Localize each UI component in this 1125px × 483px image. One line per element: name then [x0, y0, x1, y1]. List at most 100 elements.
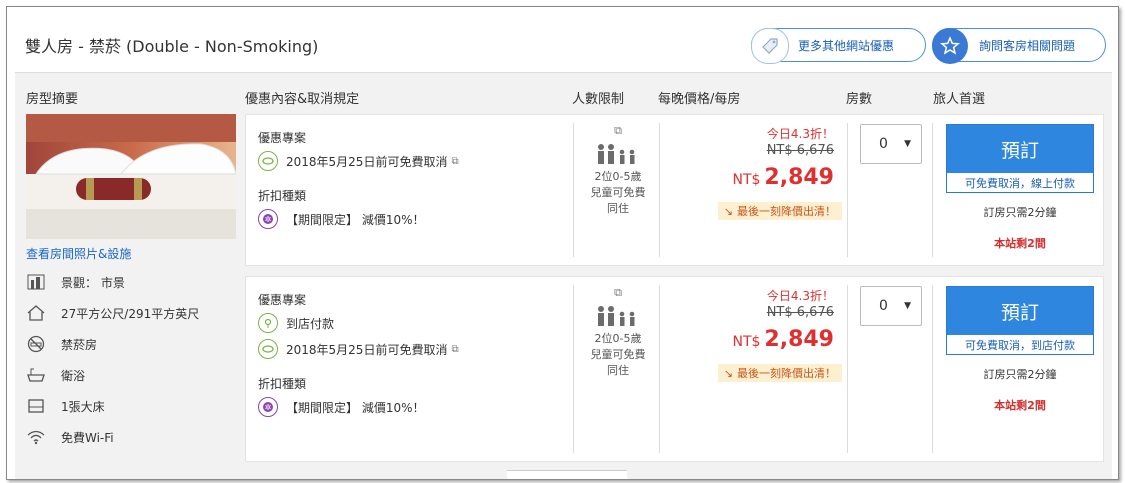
- room-card: 雙人房 - 禁菸 (Double - Non-Smoking) 更多其他網站優惠…: [15, 15, 1112, 479]
- tag-icon: [751, 28, 789, 64]
- discount-type-title: 折扣種類: [258, 377, 307, 391]
- feature-smoking: 禁菸房: [25, 334, 97, 354]
- free-cancel-policy: 2018年5月25日前可免費取消 ⧉: [258, 339, 459, 359]
- cancel-icon: [258, 339, 278, 359]
- feature-bath: 衛浴: [25, 365, 85, 385]
- cancel-icon: [258, 151, 278, 171]
- book-button[interactable]: 預訂 可免費取消，到店付款: [946, 286, 1094, 355]
- people-icon: [577, 143, 659, 165]
- feature-label: 禁菸房: [61, 337, 98, 352]
- occupancy: ⧉ 2位0-5歲 兒童可免費 同住: [577, 123, 659, 217]
- more-deals-button[interactable]: 更多其他網站優惠: [751, 28, 926, 64]
- col-deal: 優惠內容&取消規定: [245, 92, 360, 107]
- ask-question-button[interactable]: 詢問客房相關問題: [932, 28, 1106, 64]
- room-header: 雙人房 - 禁菸 (Double - Non-Smoking) 更多其他網站優惠…: [15, 15, 1112, 73]
- rooms-value: 0: [879, 298, 888, 314]
- occupancy-line: 同住: [607, 202, 629, 215]
- price-cell: 今日4.3折！ NT$ 6,676 NT$ 2,849 ↘ 最後一刻降價出清！: [666, 277, 848, 461]
- book-button[interactable]: 預訂 可免費取消，線上付款: [946, 124, 1094, 193]
- city-view-icon: [25, 273, 47, 291]
- feature-view: 景觀： 市景: [25, 272, 125, 292]
- current-price: NT$ 2,849: [732, 165, 834, 190]
- pay-at-hotel-policy: 到店付款: [258, 313, 334, 333]
- booking-time-note: 訂房只需2分鐘: [983, 206, 1057, 219]
- policy-label: 2018年5月25日前可免費取消: [286, 342, 448, 357]
- bath-icon: [25, 366, 47, 384]
- feature-wifi: 免費Wi-Fi: [25, 427, 114, 447]
- col-rooms: 房數: [846, 92, 873, 107]
- col-summary: 房型摘要: [26, 92, 79, 107]
- occupancy: ⧉ 2位0-5歲 兒童可免費 同住: [577, 285, 659, 379]
- feature-bed: 1張大床: [25, 396, 105, 416]
- current-price: NT$ 2,849: [732, 327, 834, 352]
- wifi-icon: [25, 428, 47, 446]
- divider: [659, 285, 660, 453]
- book-subtitle: 可免費取消，線上付款: [965, 176, 1075, 190]
- feature-label: 景觀： 市景: [61, 275, 125, 290]
- pay-at-hotel-icon: [258, 313, 278, 333]
- feature-size: 27平方公尺/291平方英尺: [25, 303, 199, 323]
- svg-text:✲: ✲: [265, 215, 272, 224]
- last-minute-badge: ↘ 最後一刻降價出清！: [717, 202, 842, 220]
- occupancy-line: 兒童可免費: [590, 348, 646, 361]
- occupancy-line: 2位0-5歲: [594, 332, 642, 345]
- discount-percent: 今日4.3折！: [766, 127, 834, 141]
- col-occupancy: 人數限制: [572, 92, 625, 107]
- more-deals-label: 更多其他網站優惠: [798, 38, 895, 53]
- caret-down-icon: ▼: [904, 301, 911, 311]
- last-minute-label: 最後一刻降價出清！: [737, 205, 836, 218]
- price-cell: 今日4.3折！ NT$ 6,676 NT$ 2,849 ↘ 最後一刻降價出清！: [666, 115, 848, 265]
- show-all-bar[interactable]: [507, 470, 627, 479]
- info-copy-icon[interactable]: ⧉: [451, 156, 458, 167]
- price-amount: 2,849: [764, 327, 834, 352]
- occupancy-line: 兒童可免費: [590, 186, 646, 199]
- arrow-down-icon: ↘: [723, 204, 733, 218]
- caret-down-icon: ▼: [904, 139, 911, 149]
- discount-label: 【期間限定】 減價10%！: [286, 400, 425, 415]
- last-minute-badge: ↘ 最後一刻降價出清！: [717, 364, 842, 382]
- star-icon: [932, 28, 968, 64]
- divider: [932, 123, 933, 257]
- price-amount: 2,849: [764, 165, 834, 190]
- room-photo[interactable]: [26, 114, 236, 239]
- discount-line: ✲ 【期間限定】 減價10%！: [258, 209, 425, 229]
- discount-type-title: 折扣種類: [258, 189, 307, 203]
- rate-row: 優惠專案 到店付款 2018年5月25日前可免費取消 ⧉ 折扣種類 ✲ 【期間限…: [245, 276, 1104, 462]
- arrow-down-icon: ↘: [723, 366, 733, 380]
- discount-percent: 今日4.3折！: [766, 289, 834, 303]
- free-cancel-policy: 2018年5月25日前可免費取消 ⧉: [258, 151, 459, 171]
- discount-badge-icon: ✲: [258, 209, 278, 229]
- occupancy-line: 2位0-5歲: [594, 170, 642, 183]
- room-title: 雙人房 - 禁菸 (Double - Non-Smoking): [25, 37, 319, 56]
- discount-badge-icon: ✲: [258, 397, 278, 417]
- rooms-select[interactable]: 0 ▼: [860, 124, 922, 164]
- rooms-left: 本站剩2間: [994, 237, 1046, 250]
- room-photos-link[interactable]: 查看房間照片&設施: [26, 245, 131, 262]
- policy-label: 到店付款: [286, 316, 335, 331]
- divider: [573, 123, 574, 257]
- copy-icon: ⧉: [614, 286, 622, 299]
- people-icon: [577, 305, 659, 327]
- ask-question-label: 詢問客房相關問題: [979, 38, 1076, 53]
- house-size-icon: [25, 304, 47, 322]
- col-price: 每晚價格/每房: [658, 92, 741, 107]
- original-price: NT$ 6,676: [766, 143, 834, 158]
- book-label: 預訂: [947, 287, 1093, 335]
- last-minute-label: 最後一刻降價出清！: [737, 367, 836, 380]
- info-copy-icon[interactable]: ⧉: [451, 344, 458, 355]
- rooms-left: 本站剩2間: [994, 399, 1046, 412]
- deal-title: 優惠專案: [258, 293, 307, 307]
- copy-icon: ⧉: [614, 124, 622, 137]
- occupancy-line: 同住: [607, 364, 629, 377]
- currency: NT$: [732, 172, 761, 188]
- no-smoking-icon: [25, 335, 47, 353]
- book-label: 預訂: [947, 125, 1093, 173]
- screenshot-frame: 雙人房 - 禁菸 (Double - Non-Smoking) 更多其他網站優惠…: [6, 6, 1119, 480]
- policy-label: 2018年5月25日前可免費取消: [286, 154, 448, 169]
- feature-label: 1張大床: [61, 399, 105, 414]
- divider: [573, 285, 574, 453]
- booking-time-note: 訂房只需2分鐘: [983, 368, 1057, 381]
- rooms-select[interactable]: 0 ▼: [860, 286, 922, 326]
- divider: [932, 285, 933, 453]
- feature-label: 衛浴: [61, 368, 86, 383]
